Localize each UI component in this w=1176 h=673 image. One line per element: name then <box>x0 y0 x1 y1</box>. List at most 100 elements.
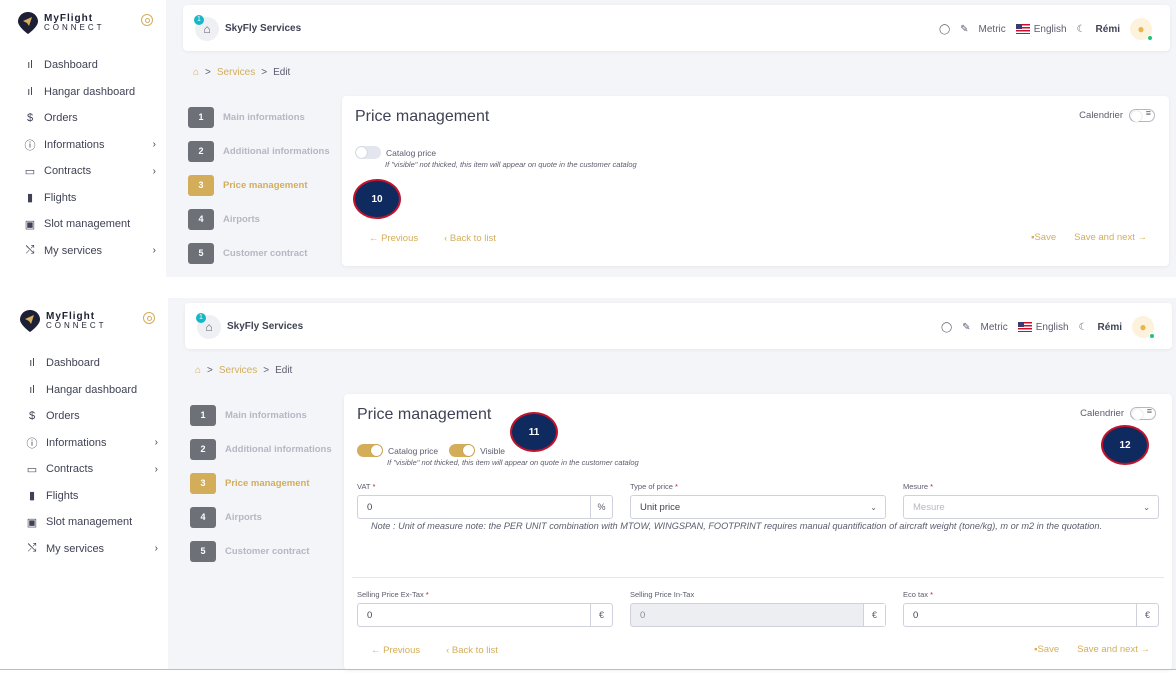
save-and-next-button[interactable]: Save and next → <box>1077 644 1150 655</box>
avatar[interactable]: ● <box>1130 18 1153 41</box>
step-label: Additional informations <box>225 443 332 455</box>
step-additional-informations[interactable]: 2 Additional informations <box>190 432 332 466</box>
calendar-toggle[interactable] <box>1129 108 1155 122</box>
dollar-icon: $ <box>26 112 34 125</box>
step-airports[interactable]: 4 Airports <box>190 500 332 534</box>
breadcrumb-separator: > <box>207 365 213 376</box>
sidebar-item-contracts[interactable]: ▭ Contracts › <box>22 158 156 185</box>
breadcrumb: ⌂ > Services > Edit <box>195 365 292 376</box>
mesure-select[interactable]: Mesure ⌄ <box>903 495 1159 519</box>
language-selector[interactable]: English <box>1034 24 1067 35</box>
step-label: Customer contract <box>225 545 310 557</box>
chat-icon[interactable]: ◯ <box>939 24 950 35</box>
back-to-list-button[interactable]: ‹ Back to list <box>444 233 496 244</box>
step-price-management[interactable]: 3 Price management <box>188 168 330 202</box>
card-footer-left: ← Previous ‹ Back to list <box>369 233 496 244</box>
ex-tax-value: 0 <box>367 609 373 621</box>
sidebar-item-label: Informations <box>44 138 105 151</box>
sidebar-item-orders[interactable]: $ Orders <box>24 403 158 430</box>
moon-icon[interactable]: ☾ <box>1077 24 1086 35</box>
brand-logo[interactable]: MyFlight CONNECT <box>18 12 105 34</box>
card-footer-left: ← Previous ‹ Back to list <box>371 645 498 656</box>
sidebar-item-my-services[interactable]: ⤭ My services › <box>24 536 158 563</box>
user-name[interactable]: Rémi <box>1096 24 1120 35</box>
back-to-list-button[interactable]: ‹ Back to list <box>446 645 498 656</box>
step-airports[interactable]: 4 Airports <box>188 202 330 236</box>
save-button[interactable]: ▪Save <box>1031 232 1056 243</box>
brand-tagline: CONNECT <box>44 23 105 32</box>
sidebar-item-hangar-dashboard[interactable]: ıl Hangar dashboard <box>22 79 156 106</box>
info-icon: ⓘ <box>24 139 36 152</box>
catalog-price-toggle[interactable] <box>357 444 383 457</box>
previous-label: Previous <box>383 645 421 656</box>
user-name[interactable]: Rémi <box>1098 322 1122 333</box>
type-of-price-select[interactable]: Unit price ⌄ <box>630 495 886 519</box>
previous-button[interactable]: ← Previous <box>369 233 418 244</box>
save-button[interactable]: ▪Save <box>1034 644 1059 655</box>
catalog-price-label: Catalog price <box>388 445 439 456</box>
breadcrumb-services[interactable]: Services <box>217 67 255 78</box>
breadcrumb-separator: > <box>205 67 211 78</box>
moon-icon[interactable]: ☾ <box>1079 322 1088 333</box>
sidebar-item-contracts[interactable]: ▭ Contracts › <box>24 456 158 483</box>
unit-selector[interactable]: Metric <box>979 24 1006 35</box>
vat-label: VAT * <box>357 482 375 491</box>
step-customer-contract[interactable]: 5 Customer contract <box>190 534 332 568</box>
calendar-toggle-group: Calendrier <box>1079 108 1155 122</box>
sidebar-item-label: Orders <box>46 410 80 423</box>
breadcrumb-home-icon[interactable]: ⌂ <box>195 365 201 376</box>
catalog-price-toggle[interactable] <box>355 146 381 159</box>
breadcrumb-services[interactable]: Services <box>219 365 257 376</box>
chevron-right-icon: › <box>154 543 158 555</box>
sidebar-item-informations[interactable]: ⓘ Informations › <box>22 132 157 159</box>
sidebar-item-slot-management[interactable]: ▣ Slot management <box>24 509 158 536</box>
breadcrumb-home-icon[interactable]: ⌂ <box>193 67 199 78</box>
step-number: 3 <box>188 174 214 196</box>
sidebar-item-flights[interactable]: ▮ Flights <box>24 483 158 510</box>
in-tax-label-text: Selling Price In-Tax <box>630 590 695 599</box>
folder-icon: ▭ <box>24 165 36 178</box>
luggage-icon: ▮ <box>28 490 36 503</box>
sidebar-item-dashboard[interactable]: ıl Dashboard <box>24 350 158 377</box>
save-and-next-button[interactable]: Save and next → <box>1074 232 1147 243</box>
selling-ex-tax-input[interactable]: 0 € <box>357 603 613 627</box>
step-additional-informations[interactable]: 2 Additional informations <box>188 134 330 168</box>
step-main-informations[interactable]: 1 Main informations <box>188 100 330 134</box>
calendar-toggle[interactable] <box>1130 406 1156 420</box>
sidebar-toggle-icon[interactable] <box>143 312 155 324</box>
unit-selector[interactable]: Metric <box>981 322 1008 333</box>
chat-icon[interactable]: ◯ <box>941 322 952 333</box>
sidebar-toggle-icon[interactable] <box>141 14 153 26</box>
step-label: Price management <box>225 477 310 489</box>
sidebar-item-dashboard[interactable]: ıl Dashboard <box>22 52 156 79</box>
brand-logo[interactable]: MyFlight CONNECT <box>20 310 107 332</box>
visible-toggle[interactable] <box>449 444 476 457</box>
card-footer-right: ▪Save Save and next → <box>1034 644 1150 655</box>
sidebar-item-label: Slot management <box>44 218 131 231</box>
step-customer-contract[interactable]: 5 Customer contract <box>188 236 330 270</box>
step-marker: 11 <box>510 412 558 452</box>
sidebar-item-hangar-dashboard[interactable]: ıl Hangar dashboard <box>24 377 158 404</box>
step-main-informations[interactable]: 1 Main informations <box>190 398 332 432</box>
eco-tax-input[interactable]: 0 € <box>903 603 1159 627</box>
step-label: Price management <box>223 179 308 191</box>
visibility-hint: If "visible" not thicked, this item will… <box>385 160 637 169</box>
step-price-management[interactable]: 3 Price management <box>190 466 332 500</box>
vat-input[interactable]: 0% <box>357 495 613 519</box>
avatar[interactable]: ● <box>1132 316 1155 339</box>
sidebar-item-my-services[interactable]: ⤭ My services › <box>22 238 156 265</box>
sidebar-item-label: Hangar dashboard <box>44 85 136 98</box>
step-marker: 10 <box>353 179 401 219</box>
breadcrumb-edit: Edit <box>275 365 293 376</box>
sidebar-item-slot-management[interactable]: ▣ Slot management <box>22 211 156 238</box>
sidebar-item-flights[interactable]: ▮ Flights <box>22 185 156 212</box>
save-next-label: Save and next <box>1077 644 1138 655</box>
previous-button[interactable]: ← Previous <box>371 645 420 656</box>
pencil-icon: ✎ <box>960 23 969 35</box>
sidebar-item-informations[interactable]: ⓘ Informations › <box>24 430 159 457</box>
eco-value: 0 <box>913 609 919 621</box>
wizard-steps: 1 Main informations 2 Additional informati… <box>188 100 330 270</box>
language-selector[interactable]: English <box>1036 322 1069 333</box>
screenshot-top: MyFlight CONNECT ıl Dashboard ıl Hangar da… <box>0 0 1176 298</box>
sidebar-item-orders[interactable]: $ Orders <box>22 105 156 132</box>
